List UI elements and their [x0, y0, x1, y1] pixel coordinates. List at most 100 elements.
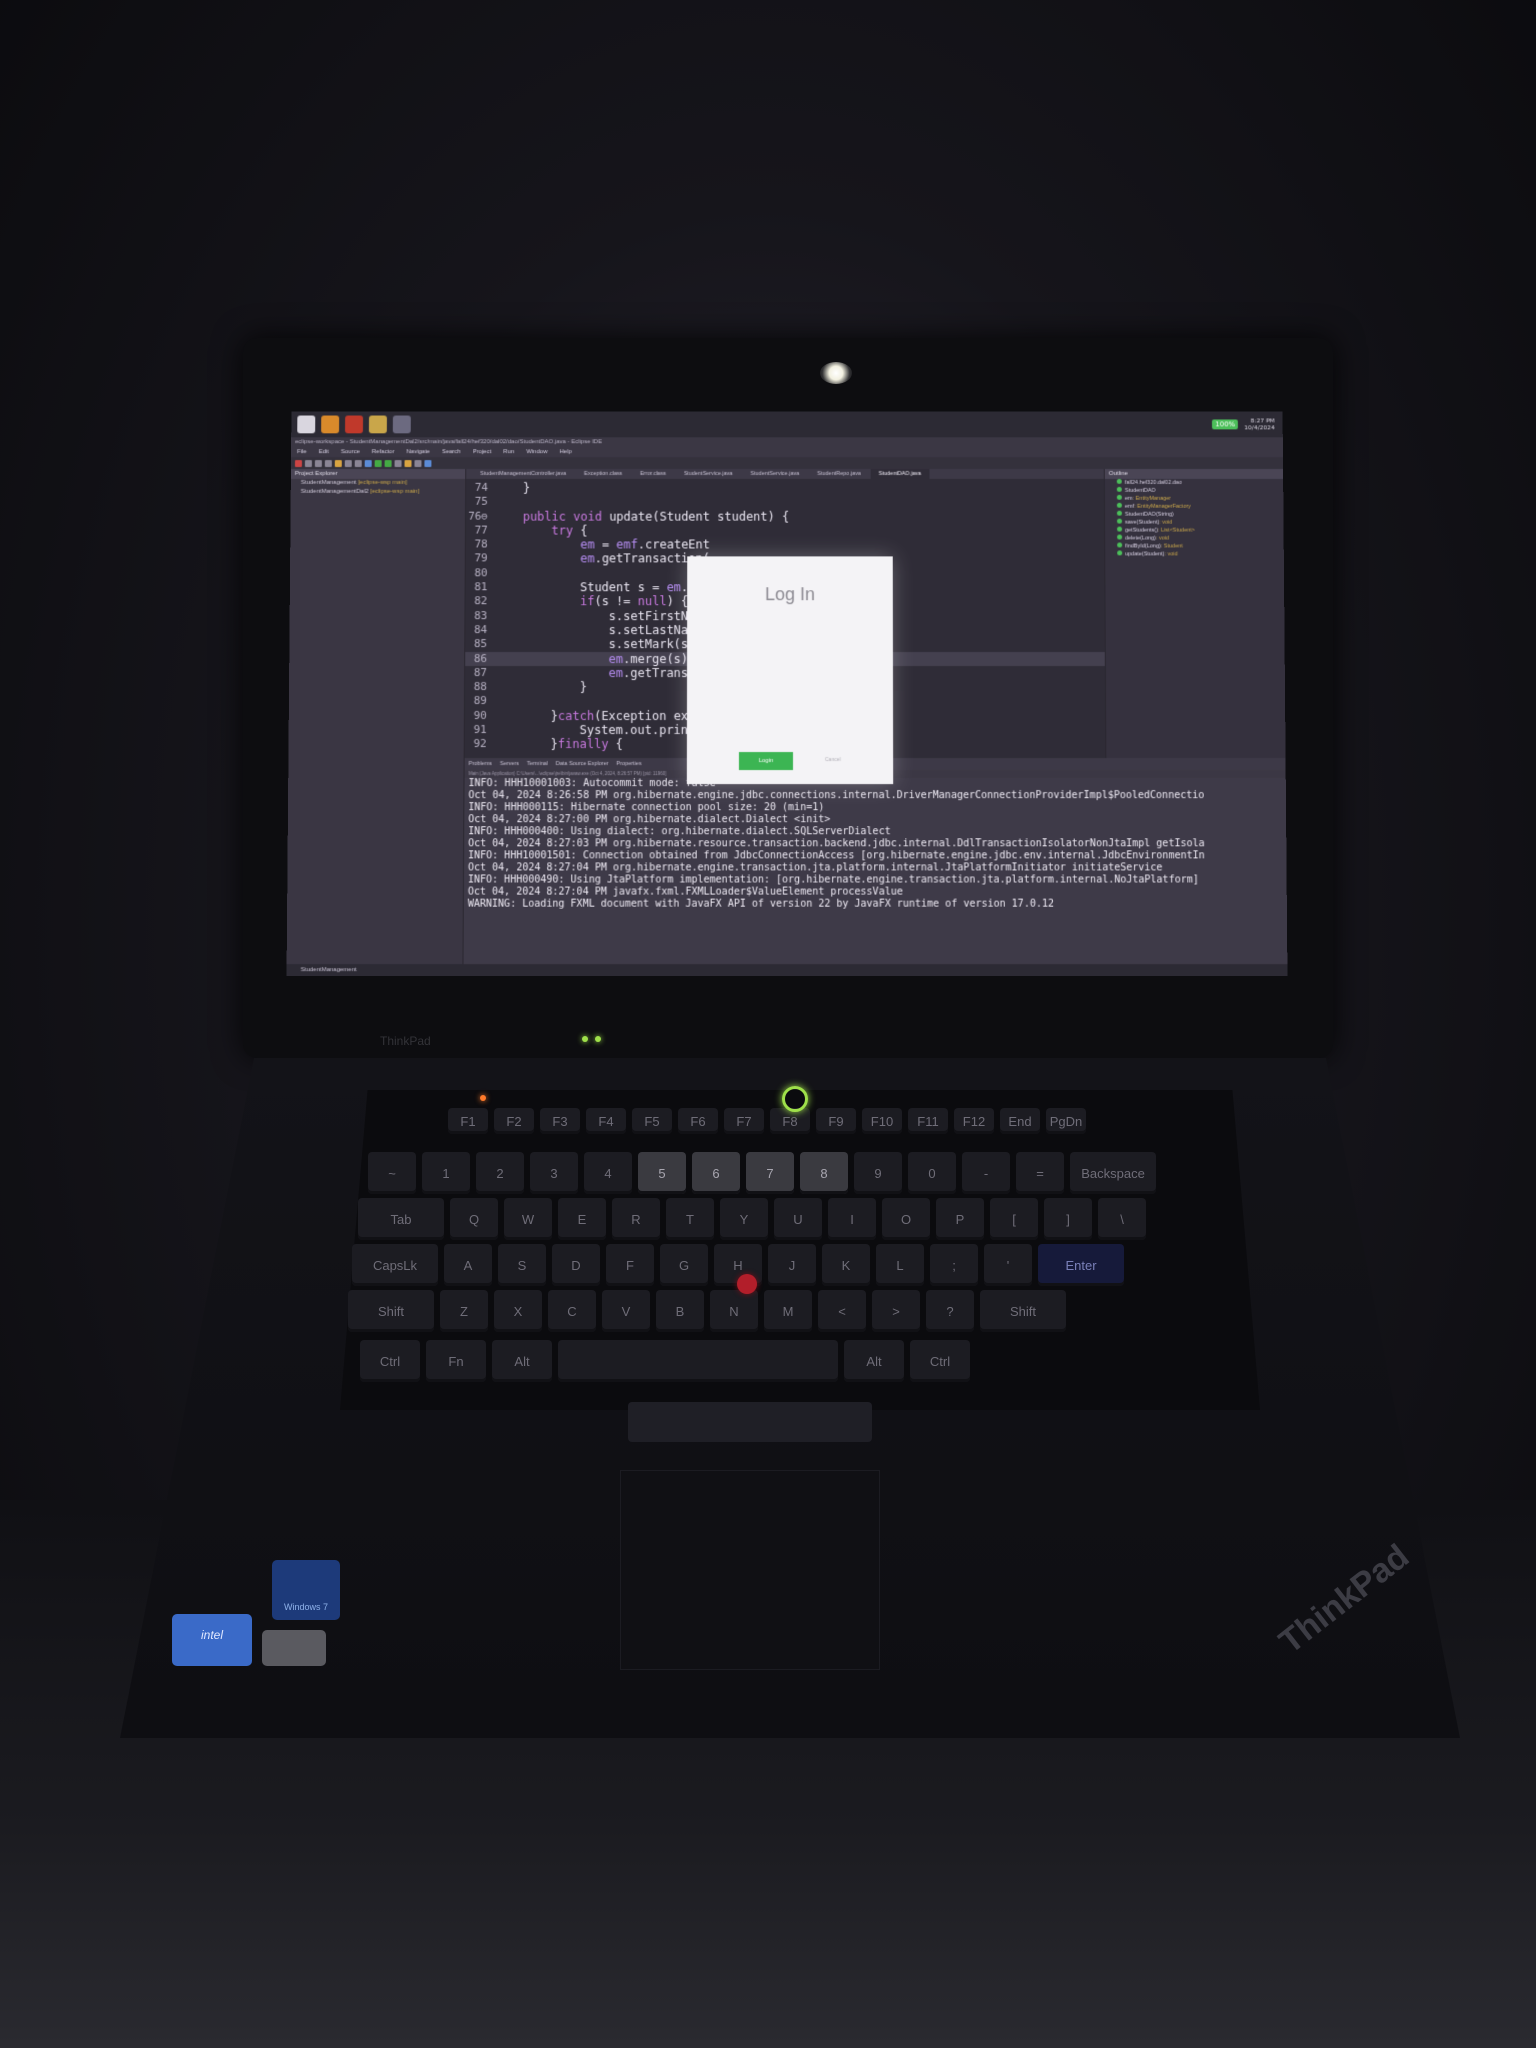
key[interactable]: Shift: [348, 1290, 434, 1332]
key[interactable]: Alt: [844, 1340, 904, 1382]
key[interactable]: [: [990, 1198, 1038, 1240]
stop-icon[interactable]: [295, 460, 302, 467]
code-line[interactable]: 74 }: [466, 481, 1104, 495]
key[interactable]: 5: [638, 1152, 686, 1194]
key[interactable]: R: [612, 1198, 660, 1240]
key[interactable]: Z: [440, 1290, 488, 1332]
perspective-icon[interactable]: [424, 460, 431, 467]
code-line[interactable]: 76⊖ public void update(Student student) …: [466, 509, 1104, 523]
key[interactable]: 8: [800, 1152, 848, 1194]
menu-run[interactable]: Run: [503, 447, 514, 457]
battery-badge[interactable]: 100%: [1212, 419, 1238, 429]
key[interactable]: -: [962, 1152, 1010, 1194]
key[interactable]: Fn: [426, 1340, 486, 1382]
tab-outline[interactable]: Outline: [1105, 469, 1283, 479]
key[interactable]: F8: [770, 1108, 810, 1134]
power-button[interactable]: [782, 1086, 808, 1112]
key[interactable]: 0: [908, 1152, 956, 1194]
key[interactable]: Ctrl: [360, 1340, 420, 1382]
tab-editor[interactable]: StudentManagementController.java: [472, 469, 574, 479]
key[interactable]: P: [936, 1198, 984, 1240]
outline-item[interactable]: getStudents(): List<Student>: [1105, 527, 1284, 535]
key[interactable]: [558, 1340, 838, 1382]
key[interactable]: Enter: [1038, 1244, 1124, 1286]
tab-terminal[interactable]: Terminal: [527, 758, 548, 770]
menu-window[interactable]: Window: [526, 447, 547, 457]
key[interactable]: 4: [584, 1152, 632, 1194]
key[interactable]: N: [710, 1290, 758, 1332]
key[interactable]: >: [872, 1290, 920, 1332]
key[interactable]: Ctrl: [910, 1340, 970, 1382]
key[interactable]: I: [828, 1198, 876, 1240]
toolbar-icon[interactable]: [414, 460, 421, 467]
tree-item-project[interactable]: StudentManagementDal2 [eclipse-wsp main]: [291, 488, 465, 497]
app-icon[interactable]: [369, 416, 387, 434]
tab-problems[interactable]: Problems: [469, 758, 492, 770]
key[interactable]: O: [882, 1198, 930, 1240]
tree-item-project[interactable]: StudentManagement [eclipse-wsp main]: [291, 479, 465, 488]
outline-item[interactable]: StudentDAO: [1105, 487, 1283, 495]
key[interactable]: 9: [854, 1152, 902, 1194]
key[interactable]: F9: [816, 1108, 856, 1134]
menu-project[interactable]: Project: [473, 447, 492, 457]
code-line[interactable]: 78 em = emf.createEnt: [466, 538, 1104, 552]
key[interactable]: Backspace: [1070, 1152, 1156, 1194]
tab-servers[interactable]: Servers: [500, 758, 519, 770]
key[interactable]: Q: [450, 1198, 498, 1240]
clock[interactable]: 8:27 PM 10/4/2024: [1244, 417, 1275, 431]
key[interactable]: F10: [862, 1108, 902, 1134]
key[interactable]: L: [876, 1244, 924, 1286]
tab-project-explorer[interactable]: Project Explorer: [291, 469, 465, 479]
menu-source[interactable]: Source: [341, 447, 360, 457]
build-icon[interactable]: [335, 460, 342, 467]
key[interactable]: 7: [746, 1152, 794, 1194]
key[interactable]: ': [984, 1244, 1032, 1286]
tab-editor[interactable]: StudentRepo.java: [809, 469, 869, 479]
toolbar-icon[interactable]: [395, 460, 402, 467]
key[interactable]: Tab: [358, 1198, 444, 1240]
key[interactable]: A: [444, 1244, 492, 1286]
key[interactable]: 1: [422, 1152, 470, 1194]
key[interactable]: ;: [930, 1244, 978, 1286]
key[interactable]: F5: [632, 1108, 672, 1134]
key[interactable]: M: [764, 1290, 812, 1332]
outline-item[interactable]: em: EntityManager: [1105, 495, 1283, 503]
tab-data-source-explorer[interactable]: Data Source Explorer: [556, 758, 609, 770]
windows-start-icon[interactable]: [297, 416, 315, 434]
key[interactable]: \: [1098, 1198, 1146, 1240]
key[interactable]: 3: [530, 1152, 578, 1194]
menu-edit[interactable]: Edit: [319, 447, 329, 457]
tab-editor[interactable]: Exception.class: [576, 469, 630, 479]
tab-editor[interactable]: StudentService.java: [743, 469, 808, 479]
key[interactable]: <: [818, 1290, 866, 1332]
outline-item[interactable]: emf: EntityManagerFactory: [1105, 503, 1283, 511]
login-button[interactable]: Login: [739, 752, 793, 770]
menu-file[interactable]: File: [297, 447, 307, 457]
key[interactable]: X: [494, 1290, 542, 1332]
toolbar-icon[interactable]: [355, 460, 362, 467]
key[interactable]: 6: [692, 1152, 740, 1194]
save-icon[interactable]: [315, 460, 322, 467]
menu-refactor[interactable]: Refactor: [372, 447, 395, 457]
tab-properties[interactable]: Properties: [616, 758, 641, 770]
outline-item[interactable]: update(Student): void: [1105, 550, 1284, 558]
key[interactable]: F12: [954, 1108, 994, 1134]
tab-editor[interactable]: Error.class: [632, 469, 674, 479]
key[interactable]: B: [656, 1290, 704, 1332]
key[interactable]: 2: [476, 1152, 524, 1194]
key[interactable]: F11: [908, 1108, 948, 1134]
run-config-icon[interactable]: [385, 460, 392, 467]
tab-editor-active[interactable]: StudentDAO.java: [871, 469, 929, 479]
key[interactable]: ~: [368, 1152, 416, 1194]
key[interactable]: F6: [678, 1108, 718, 1134]
code-line[interactable]: 77 try {: [466, 523, 1104, 537]
code-line[interactable]: 75: [466, 495, 1104, 509]
key[interactable]: Shift: [980, 1290, 1066, 1332]
console-output[interactable]: INFO: HHH10001003: Autocommit mode: fals…: [463, 778, 1287, 964]
outline-item[interactable]: save(Student): void: [1105, 519, 1284, 527]
touchpad-buttons[interactable]: [628, 1402, 872, 1442]
key[interactable]: K: [822, 1244, 870, 1286]
key[interactable]: J: [768, 1244, 816, 1286]
key[interactable]: G: [660, 1244, 708, 1286]
key[interactable]: S: [498, 1244, 546, 1286]
